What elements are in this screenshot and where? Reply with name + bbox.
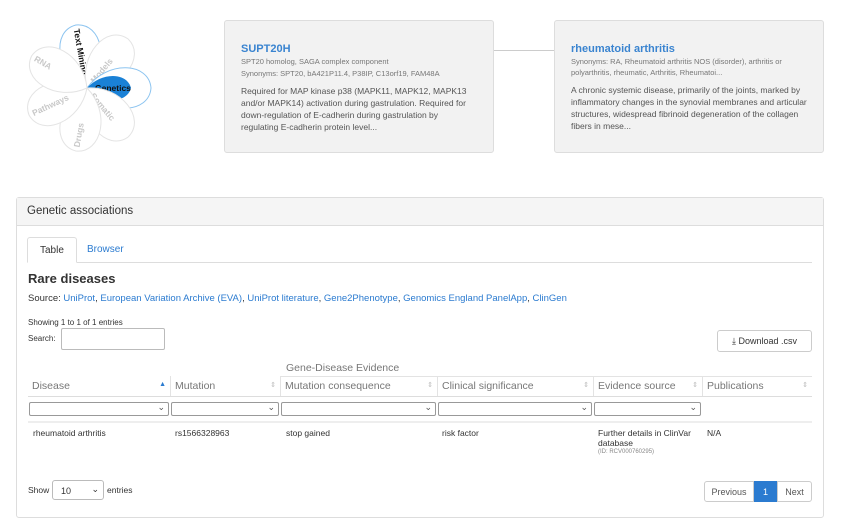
row-divider [28, 421, 812, 423]
search-input[interactable] [61, 328, 165, 350]
genetic-associations-panel: Genetic associations Table Browser [16, 197, 824, 518]
cell-publications: N/A [707, 428, 722, 438]
chevron-down-icon: ⌄ [267, 402, 275, 412]
target-description: Required for MAP kinase p38 (MAPK11, MAP… [241, 86, 467, 132]
page-size-value: 10 [61, 486, 72, 496]
sort-icon: ⇕ [427, 382, 433, 389]
source-link[interactable]: Gene2Phenotype [324, 293, 398, 304]
source-link[interactable]: UniProt [63, 293, 95, 304]
chevron-down-icon: ⌄ [424, 402, 432, 412]
column-filter-select[interactable]: ⌄ [171, 402, 279, 416]
sort-icon: ⇕ [802, 382, 808, 389]
source-link[interactable]: ClinGen [533, 293, 567, 304]
flower-navigation: Text MiningModelsGeneticsSomaticDrugsPat… [27, 24, 152, 152]
tab-browser[interactable]: Browser [75, 237, 136, 263]
disease-description: A chronic systemic disease, primarily of… [571, 85, 807, 131]
source-label: Source: [28, 293, 64, 304]
sort-icon: ⇕ [583, 382, 589, 389]
section-title: Rare diseases [28, 271, 116, 286]
target-name[interactable]: SUPT20H [241, 43, 477, 55]
column-header[interactable]: Mutation consequence ⇕ [280, 376, 437, 396]
download-label: Download .csv [738, 336, 798, 346]
connector-line [494, 50, 554, 51]
sort-icon: ⇕ [270, 382, 276, 389]
show-label: Show [28, 485, 50, 495]
chevron-down-icon: ⌄ [157, 402, 165, 412]
entries-label: entries [107, 485, 133, 495]
download-icon: ⤓ [731, 336, 736, 346]
showing-info: Showing 1 to 1 of 1 entries [28, 318, 123, 327]
cell-significance: risk factor [442, 428, 479, 438]
target-synonyms: Synonyms: SPT20, bA421P11.4, P38IP, C13o… [241, 69, 440, 78]
column-label: Mutation consequence [285, 380, 391, 392]
target-full-name: SPT20 homolog, SAGA complex component [241, 57, 389, 66]
chevron-down-icon: ⌄ [91, 484, 99, 494]
column-header[interactable]: Evidence source ⇕ [593, 376, 702, 396]
source-link[interactable]: Genomics England PanelApp [403, 293, 527, 304]
disease-name[interactable]: rheumatoid arthritis [571, 43, 807, 55]
sort-asc-icon: ▲ [159, 381, 166, 388]
column-filter-select[interactable]: ⌄ [438, 402, 592, 416]
column-label: Disease [32, 380, 70, 392]
search-label: Search: [28, 334, 56, 343]
column-header[interactable]: Publications ⇕ [702, 376, 812, 396]
cell-mutation[interactable]: rs1566328963 [175, 428, 229, 438]
download-csv-button[interactable]: ⤓ Download .csv [717, 330, 812, 352]
source-link[interactable]: UniProt literature [247, 293, 318, 304]
disease-synonyms: Synonyms: RA, Rheumatoid arthritis NOS (… [571, 57, 782, 77]
column-label: Mutation [175, 380, 216, 392]
cell-evidence-id: (ID: RCV000760295) [598, 449, 655, 455]
cell-disease: rheumatoid arthritis [33, 428, 106, 438]
header-divider [28, 396, 812, 397]
column-filter-select[interactable]: ⌄ [29, 402, 169, 416]
column-filter-select[interactable]: ⌄ [594, 402, 701, 416]
tab-bar: Table Browser [27, 237, 812, 263]
column-header[interactable]: Mutation ⇕ [170, 376, 280, 396]
chevron-down-icon: ⌄ [689, 402, 697, 412]
column-filter-select[interactable]: ⌄ [281, 402, 436, 416]
column-header[interactable]: Disease ▲ [28, 376, 170, 396]
source-list: Source: UniProt, European Variation Arch… [28, 293, 567, 304]
sort-icon: ⇕ [692, 382, 698, 389]
source-link[interactable]: European Variation Archive (EVA) [100, 293, 242, 304]
page-1-button[interactable]: 1 [754, 481, 777, 502]
previous-button[interactable]: Previous [704, 481, 754, 502]
chevron-down-icon: ⌄ [580, 402, 588, 412]
group-header: Gene-Disease Evidence [286, 362, 400, 374]
page-size-select[interactable]: 10 ⌄ [52, 480, 104, 500]
column-label: Publications [707, 380, 764, 392]
column-label: Evidence source [598, 380, 676, 392]
tab-table[interactable]: Table [27, 237, 77, 263]
next-button[interactable]: Next [777, 481, 812, 502]
cell-evidence-link[interactable]: Further details in ClinVar database [598, 428, 698, 448]
cell-consequence: stop gained [286, 428, 330, 438]
column-header[interactable]: Clinical significance ⇕ [437, 376, 593, 396]
column-label: Clinical significance [442, 380, 534, 392]
target-card: SUPT20H SPT20 homolog, SAGA complex comp… [224, 20, 494, 153]
panel-title: Genetic associations [17, 198, 823, 226]
disease-card: rheumatoid arthritis Synonyms: RA, Rheum… [554, 20, 824, 153]
